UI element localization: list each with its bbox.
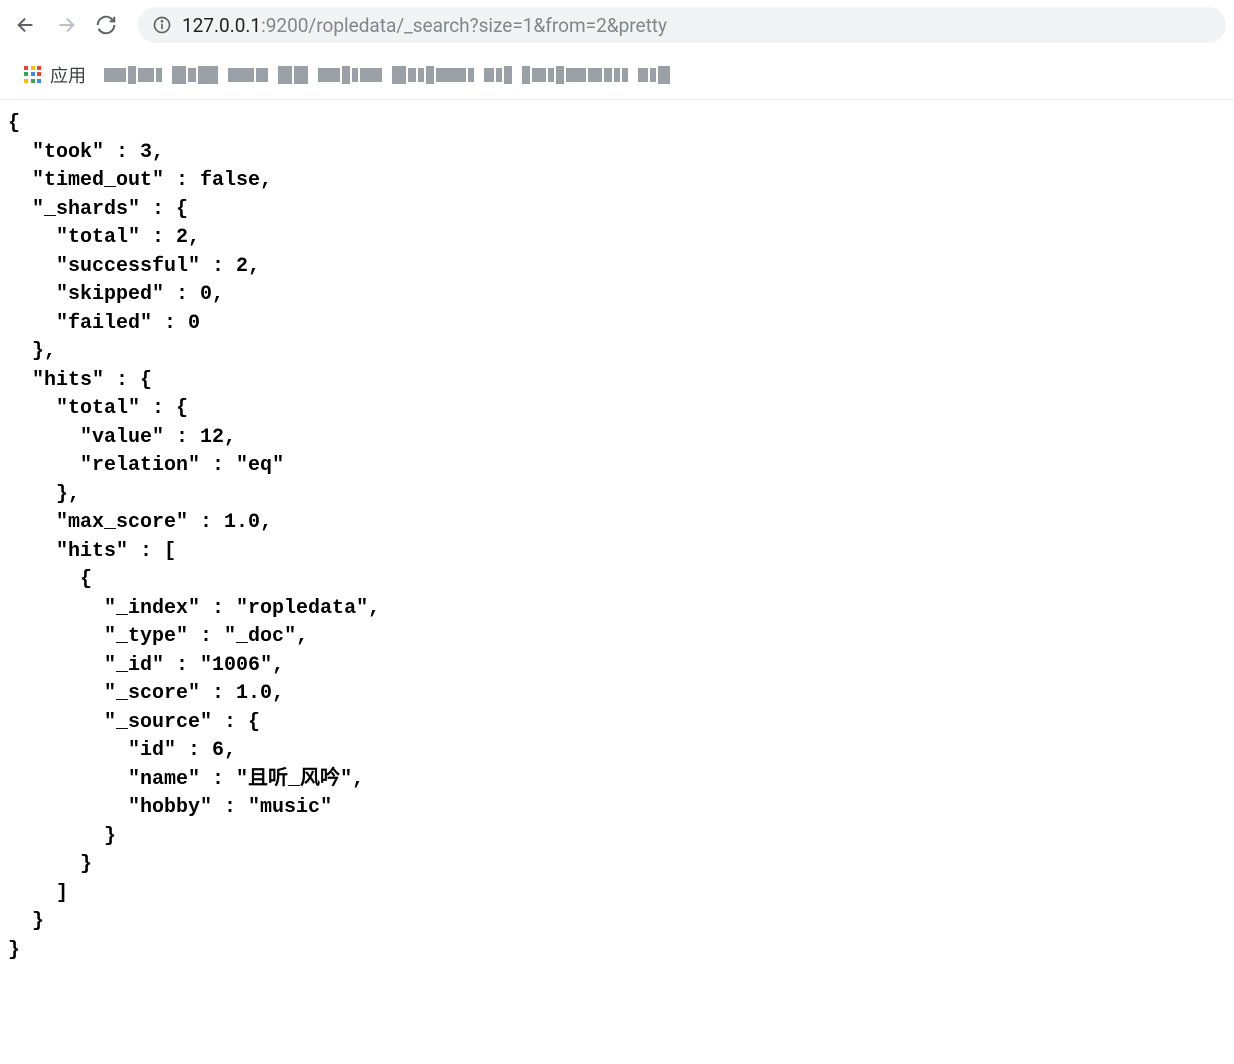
url-host: 127.0.0.1 xyxy=(182,14,261,37)
apps-button[interactable]: 应用 xyxy=(16,58,94,92)
browser-toolbar: 127.0.0.1:9200/ropledata/_search?size=1&… xyxy=(0,0,1234,50)
bookmark-item[interactable] xyxy=(172,66,218,84)
hit-id: 1006 xyxy=(212,654,260,677)
address-bar[interactable]: 127.0.0.1:9200/ropledata/_search?size=1&… xyxy=(138,7,1226,43)
hits-total-value: 12 xyxy=(200,426,224,449)
hits-total-relation: eq xyxy=(248,454,272,477)
back-button[interactable] xyxy=(8,7,44,43)
hit-score: 1.0 xyxy=(236,682,272,705)
shards-total: 2 xyxy=(176,226,188,249)
arrow-left-icon xyxy=(15,14,37,36)
bookmark-item[interactable] xyxy=(228,68,268,82)
bookmark-item[interactable] xyxy=(638,66,670,84)
reload-icon xyxy=(95,14,117,36)
bookmark-item[interactable] xyxy=(522,66,628,84)
apps-label: 应用 xyxy=(50,62,86,88)
bookmark-item[interactable] xyxy=(318,66,382,84)
hit-type: _doc xyxy=(236,625,284,648)
info-icon xyxy=(152,15,172,35)
arrow-right-icon xyxy=(55,14,77,36)
bookmark-item[interactable] xyxy=(484,66,512,84)
apps-icon xyxy=(24,66,42,84)
shards-skipped: 0 xyxy=(200,283,212,306)
bookmark-item[interactable] xyxy=(278,66,308,84)
bookmark-item[interactable] xyxy=(392,66,474,84)
reload-button[interactable] xyxy=(88,7,124,43)
source-hobby: music xyxy=(260,796,320,819)
bookmarks-bar: 应用 xyxy=(0,50,1234,100)
bookmark-item[interactable] xyxy=(104,66,162,84)
forward-button[interactable] xyxy=(48,7,84,43)
shards-successful: 2 xyxy=(236,255,248,278)
hit-index: ropledata xyxy=(248,597,356,620)
url-path: :9200/ropledata/_search?size=1&from=2&pr… xyxy=(261,14,667,37)
took-value: 3 xyxy=(140,141,152,164)
timed-out-value: false xyxy=(200,169,260,192)
source-name: 且听_风吟 xyxy=(248,768,340,791)
source-id: 6 xyxy=(212,739,224,762)
json-response: { "took" : 3, "timed_out" : false, "_sha… xyxy=(0,100,1234,975)
shards-failed: 0 xyxy=(188,312,200,335)
hits-max-score: 1.0 xyxy=(224,511,260,534)
